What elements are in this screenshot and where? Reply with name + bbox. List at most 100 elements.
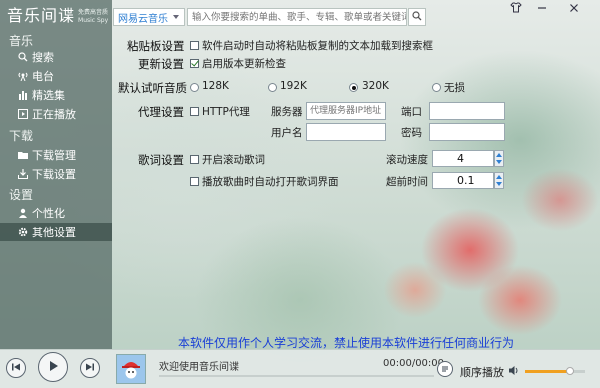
- chart-bars-icon: [18, 90, 28, 100]
- sidebar-item-label: 精选集: [32, 89, 65, 102]
- close-button[interactable]: [562, 0, 586, 18]
- volume-button[interactable]: [508, 365, 520, 379]
- play-box-icon: [18, 109, 28, 119]
- advance-time-value: 0.1: [457, 174, 475, 187]
- volume-slider[interactable]: [525, 367, 585, 375]
- sidebar-item-label: 个性化: [32, 207, 65, 220]
- volume-fill: [525, 370, 570, 373]
- arrow-up-icon[interactable]: [496, 175, 502, 179]
- search-icon: [18, 52, 28, 62]
- shirt-icon: [510, 2, 522, 16]
- quality-option-label: 128K: [202, 80, 229, 92]
- skin-button[interactable]: [504, 0, 528, 18]
- quality-option-label: 无损: [444, 82, 465, 94]
- sidebar-item-label: 正在播放: [32, 108, 76, 121]
- quality-settings-label: 默认试听音质: [118, 81, 187, 95]
- arrow-up-icon[interactable]: [496, 153, 502, 157]
- search-button[interactable]: [408, 8, 426, 26]
- gear-icon: [18, 227, 28, 237]
- sidebar-item-label: 下载管理: [32, 149, 76, 162]
- time-display: 00:00/00:00: [383, 358, 445, 369]
- scroll-speed-stepper[interactable]: 4: [432, 150, 494, 167]
- port-label: 端口: [401, 106, 422, 118]
- quality-option-label: 320K: [362, 80, 389, 92]
- sidebar-item-download-manager[interactable]: 下载管理: [0, 146, 112, 164]
- source-select[interactable]: 网易云音乐: [113, 8, 185, 26]
- update-settings-label: 更新设置: [138, 57, 184, 71]
- sidebar-item-label: 其他设置: [32, 226, 76, 239]
- skip-next-icon: [85, 362, 95, 375]
- sidebar-item-label: 搜索: [32, 51, 54, 64]
- minimize-icon: [537, 3, 547, 16]
- lyrics-settings-label: 歌词设置: [138, 153, 184, 167]
- next-button[interactable]: [80, 358, 100, 378]
- sidebar-item-download-settings[interactable]: 下载设置: [0, 165, 112, 183]
- port-input[interactable]: [429, 102, 505, 120]
- brand: 音乐间谍 免费高音质 Music Spy: [7, 6, 108, 28]
- lyrics-auto-checkbox[interactable]: [190, 177, 199, 186]
- lyrics-button[interactable]: [437, 361, 453, 377]
- sidebar-item-personalize[interactable]: 个性化: [0, 204, 112, 222]
- search-input[interactable]: [187, 8, 407, 26]
- app-title: 音乐间谍: [7, 6, 76, 25]
- update-checkbox[interactable]: [190, 59, 199, 68]
- arrow-down-icon[interactable]: [496, 160, 502, 164]
- sidebar-item-collections[interactable]: 精选集: [0, 86, 112, 104]
- section-label-music: 音乐: [9, 34, 34, 48]
- proxy-checkbox[interactable]: [190, 107, 199, 116]
- arrow-down-icon[interactable]: [496, 182, 502, 186]
- play-mode-toggle[interactable]: 顺序播放: [460, 364, 504, 380]
- lyrics-auto-option-label: 播放歌曲时自动打开歌词界面: [202, 176, 339, 188]
- clipboard-settings-label: 粘贴板设置: [127, 39, 185, 53]
- proxy-option-label: HTTP代理: [202, 106, 250, 118]
- server-label: 服务器: [271, 106, 303, 118]
- username-input[interactable]: [306, 123, 386, 141]
- sidebar: 音乐间谍 免费高音质 Music Spy 音乐 搜索 电台 精选集 正在播放 下…: [0, 0, 112, 349]
- sidebar-item-other-settings[interactable]: 其他设置: [0, 223, 112, 241]
- source-select-value: 网易云音乐: [118, 13, 168, 25]
- clipboard-option-label: 软件启动时自动将粘贴板复制的文本加载到搜索框: [202, 40, 433, 52]
- lyrics-scroll-checkbox[interactable]: [190, 155, 199, 164]
- scroll-speed-label: 滚动速度: [386, 154, 428, 166]
- proxy-settings-label: 代理设置: [138, 105, 184, 119]
- quality-radio-320k[interactable]: [349, 83, 358, 92]
- search-icon: [412, 10, 422, 24]
- song-title: 欢迎使用音乐间谍: [159, 362, 239, 373]
- username-label: 用户名: [271, 127, 303, 139]
- scroll-speed-spin-buttons[interactable]: [494, 150, 504, 167]
- sidebar-item-search[interactable]: 搜索: [0, 48, 112, 66]
- previous-button[interactable]: [6, 358, 26, 378]
- password-label: 密码: [401, 127, 422, 139]
- sidebar-item-radio[interactable]: 电台: [0, 67, 112, 85]
- sidebar-item-label: 电台: [32, 70, 54, 83]
- quality-option-label: 192K: [280, 80, 307, 92]
- play-icon: [46, 359, 60, 376]
- person-icon: [18, 208, 28, 218]
- update-option-label: 启用版本更新检查: [202, 58, 286, 70]
- quality-radio-192k[interactable]: [268, 83, 277, 92]
- download-tray-icon: [18, 169, 28, 179]
- app-subtitle-cn: 免费高音质: [78, 9, 109, 16]
- advance-time-label: 超前时间: [386, 176, 428, 188]
- server-input[interactable]: [306, 102, 386, 120]
- album-cover-art: [122, 362, 140, 379]
- minimize-button[interactable]: [530, 0, 554, 18]
- folder-icon: [18, 150, 28, 160]
- clipboard-checkbox[interactable]: [190, 41, 199, 50]
- speaker-icon: [508, 366, 520, 379]
- close-icon: [569, 3, 579, 16]
- play-button[interactable]: [38, 352, 68, 382]
- advance-time-stepper[interactable]: 0.1: [432, 172, 494, 189]
- sidebar-item-label: 下载设置: [32, 168, 76, 181]
- section-label-settings: 设置: [9, 188, 34, 202]
- lyrics-scroll-option-label: 开启滚动歌词: [202, 154, 265, 166]
- quality-radio-128k[interactable]: [190, 83, 199, 92]
- volume-knob[interactable]: [566, 367, 574, 375]
- album-cover[interactable]: [116, 354, 146, 384]
- password-input[interactable]: [429, 123, 505, 141]
- progress-bar[interactable]: [159, 375, 434, 377]
- sidebar-item-now-playing[interactable]: 正在播放: [0, 105, 112, 123]
- section-label-download: 下载: [9, 129, 34, 143]
- advance-time-spin-buttons[interactable]: [494, 172, 504, 189]
- quality-radio-lossless[interactable]: [432, 83, 441, 92]
